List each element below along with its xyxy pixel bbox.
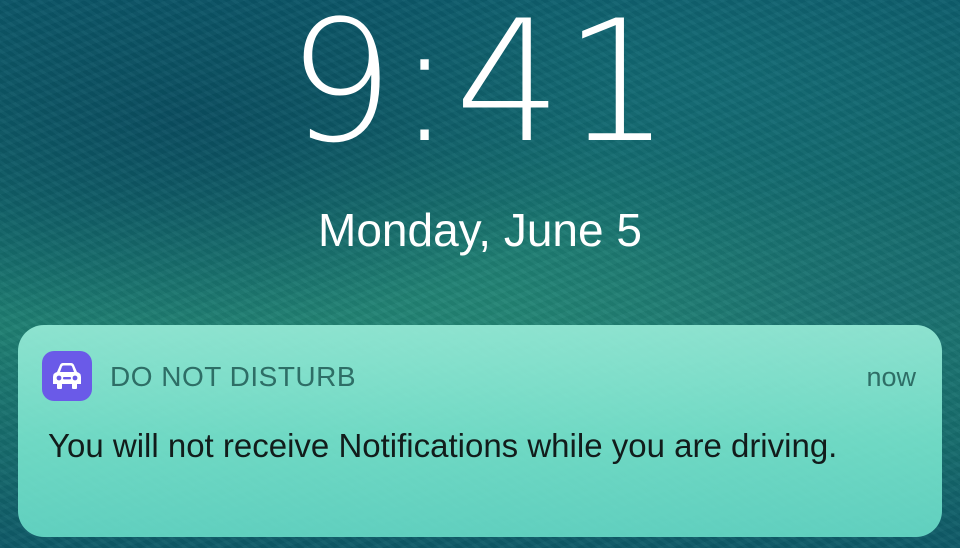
lock-screen-clock: 9:41	[287, 0, 673, 180]
notification-app-name: DO NOT DISTURB	[110, 361, 357, 392]
notification-card[interactable]: DO NOT DISTURB now You will not receive …	[18, 325, 942, 537]
notification-message: You will not receive Notifications while…	[48, 427, 838, 464]
lock-screen-date: Monday, June 5	[318, 204, 642, 256]
notification-timestamp: now	[866, 362, 916, 392]
notification-header: DO NOT DISTURB now	[42, 349, 916, 401]
car-icon	[42, 351, 92, 401]
